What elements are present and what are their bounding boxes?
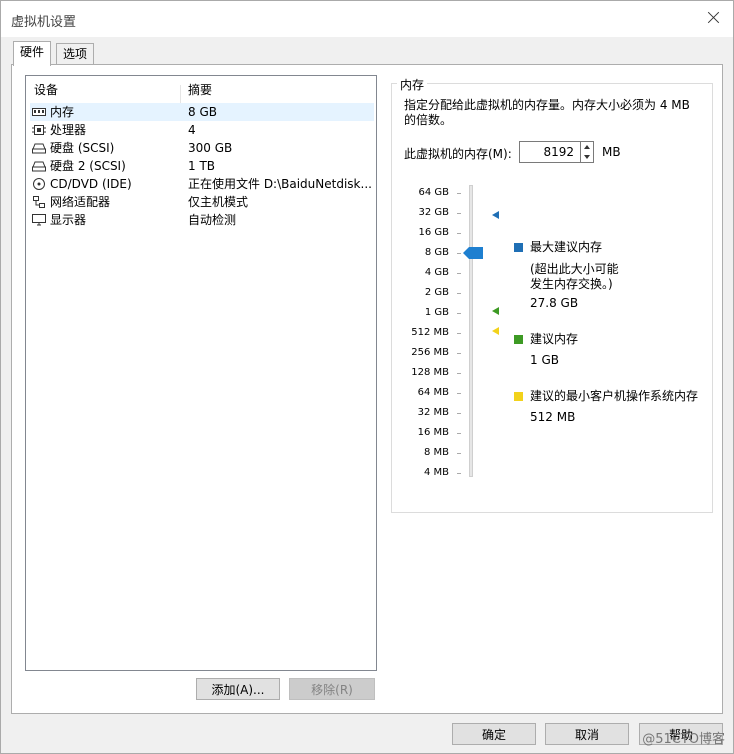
scale-tick-label: 8 GB bbox=[424, 247, 449, 258]
minimum-legend-swatch bbox=[514, 392, 523, 401]
memory-size-input[interactable]: 8192 bbox=[519, 141, 581, 163]
cancel-button[interactable]: 取消 bbox=[545, 723, 629, 745]
spin-up-icon[interactable] bbox=[584, 145, 590, 149]
watermark-text: @51CTO博客 bbox=[642, 732, 725, 747]
scale-tick-mark bbox=[457, 253, 461, 254]
scale-tick-mark bbox=[457, 233, 461, 234]
scale-tick-label: 4 GB bbox=[424, 267, 449, 278]
scale-tick-label: 256 MB bbox=[411, 347, 449, 358]
device-summary: 仅主机模式 bbox=[188, 195, 249, 209]
device-name: 内存 bbox=[50, 105, 75, 119]
title-bar: 虚拟机设置 bbox=[1, 1, 733, 37]
scale-tick-mark bbox=[457, 213, 461, 214]
memory-spinner[interactable] bbox=[580, 141, 594, 163]
close-icon[interactable] bbox=[705, 9, 723, 27]
display-icon bbox=[32, 214, 46, 226]
device-name: 网络适配器 bbox=[50, 195, 111, 209]
minimum-legend-title: 建议的最小客户机操作系统内存 bbox=[530, 389, 699, 403]
disk-icon bbox=[32, 143, 46, 154]
max-legend-value: 27.8 GB bbox=[530, 296, 579, 310]
memory-description: 指定分配给此虚拟机的内存量。内存大小必须为 4 MB 的倍数。 bbox=[404, 98, 690, 127]
scale-tick-label: 32 GB bbox=[418, 207, 449, 218]
scale-tick-mark bbox=[457, 333, 461, 334]
scale-tick-mark bbox=[457, 473, 461, 474]
device-row-network-adapter[interactable]: 网络适配器 仅主机模式 bbox=[30, 193, 374, 211]
settings-window: 虚拟机设置 硬件 选项 设备 摘要 内存 8 GB 处理器 4 硬盘 (SCSI… bbox=[0, 0, 734, 754]
device-summary: 自动检测 bbox=[188, 213, 237, 227]
add-device-button[interactable]: 添加(A)... bbox=[196, 678, 280, 700]
minimum-recommended-marker bbox=[492, 327, 499, 335]
device-name: 硬盘 2 (SCSI) bbox=[50, 159, 126, 173]
recommended-legend-value: 1 GB bbox=[530, 353, 559, 367]
device-name: 处理器 bbox=[50, 123, 87, 137]
max-legend-note-1: (超出此大小可能 bbox=[530, 262, 619, 276]
remove-device-button[interactable]: 移除(R) bbox=[289, 678, 375, 700]
device-name: 显示器 bbox=[50, 213, 87, 227]
scale-tick-mark bbox=[457, 413, 461, 414]
device-summary: 正在使用文件 D:\BaiduNetdisk... bbox=[188, 177, 372, 191]
scale-tick-label: 4 MB bbox=[423, 467, 449, 478]
scale-tick-mark bbox=[457, 393, 461, 394]
device-row-processor[interactable]: 处理器 4 bbox=[30, 121, 374, 139]
device-summary: 8 GB bbox=[188, 105, 217, 119]
max-recommended-marker bbox=[492, 211, 499, 219]
recommended-legend-title: 建议内存 bbox=[530, 332, 579, 346]
scale-tick-mark bbox=[457, 273, 461, 274]
device-row-disk-2[interactable]: 硬盘 2 (SCSI) 1 TB bbox=[30, 157, 374, 175]
disk-icon bbox=[32, 161, 46, 172]
scale-tick-label: 2 GB bbox=[424, 287, 449, 298]
spin-down-icon[interactable] bbox=[584, 155, 590, 159]
cpu-icon bbox=[32, 125, 46, 135]
memory-unit: MB bbox=[602, 145, 621, 159]
device-row-disk[interactable]: 硬盘 (SCSI) 300 GB bbox=[30, 139, 374, 157]
scale-tick-mark bbox=[457, 353, 461, 354]
device-summary: 300 GB bbox=[188, 141, 233, 155]
ok-button[interactable]: 确定 bbox=[452, 723, 536, 745]
memory-slider-track[interactable] bbox=[469, 185, 473, 477]
scale-tick-mark bbox=[457, 433, 461, 434]
memory-group-title: 内存 bbox=[397, 76, 428, 93]
memory-icon bbox=[32, 108, 46, 116]
cd-icon bbox=[33, 178, 45, 190]
device-name: CD/DVD (IDE) bbox=[50, 177, 132, 191]
scale-tick-label: 64 MB bbox=[417, 387, 449, 398]
header-separator[interactable] bbox=[180, 85, 181, 103]
scale-tick-label: 64 GB bbox=[418, 187, 449, 198]
header-summary[interactable]: 摘要 bbox=[188, 81, 212, 99]
max-legend-swatch bbox=[514, 243, 523, 252]
window-title: 虚拟机设置 bbox=[11, 15, 77, 30]
max-legend-title: 最大建议内存 bbox=[530, 240, 603, 254]
memory-input-label: 此虚拟机的内存(M): bbox=[404, 147, 512, 161]
scale-tick-mark bbox=[457, 313, 461, 314]
minimum-legend-value: 512 MB bbox=[530, 410, 576, 424]
list-header: 设备 摘要 bbox=[26, 81, 376, 103]
max-legend-note-2: 发生内存交换。) bbox=[530, 277, 613, 291]
recommended-legend-swatch bbox=[514, 335, 523, 344]
scale-tick-label: 128 MB bbox=[411, 367, 449, 378]
tab-hardware[interactable]: 硬件 bbox=[13, 41, 52, 66]
scale-tick-label: 8 MB bbox=[423, 447, 449, 458]
header-device[interactable]: 设备 bbox=[34, 81, 58, 99]
scale-tick-label: 16 GB bbox=[418, 227, 449, 238]
device-row-display[interactable]: 显示器 自动检测 bbox=[30, 211, 374, 229]
device-summary: 4 bbox=[188, 123, 196, 137]
memory-slider-thumb[interactable] bbox=[463, 247, 483, 259]
recommended-marker bbox=[492, 307, 499, 315]
device-summary: 1 TB bbox=[188, 159, 216, 173]
scale-tick-label: 16 MB bbox=[417, 427, 449, 438]
scale-tick-label: 1 GB bbox=[424, 307, 449, 318]
device-list[interactable]: 设备 摘要 内存 8 GB 处理器 4 硬盘 (SCSI) 300 GB 硬盘 … bbox=[25, 75, 377, 671]
tab-options[interactable]: 选项 bbox=[56, 43, 95, 64]
scale-tick-label: 512 MB bbox=[411, 327, 449, 338]
scale-tick-label: 32 MB bbox=[417, 407, 449, 418]
scale-tick-mark bbox=[457, 193, 461, 194]
device-row-cd-dvd[interactable]: CD/DVD (IDE) 正在使用文件 D:\BaiduNetdisk... bbox=[30, 175, 374, 193]
scale-tick-mark bbox=[457, 373, 461, 374]
scale-tick-mark bbox=[457, 293, 461, 294]
device-name: 硬盘 (SCSI) bbox=[50, 141, 115, 155]
network-icon bbox=[33, 196, 45, 208]
device-row-memory[interactable]: 内存 8 GB bbox=[30, 103, 374, 121]
scale-tick-mark bbox=[457, 453, 461, 454]
